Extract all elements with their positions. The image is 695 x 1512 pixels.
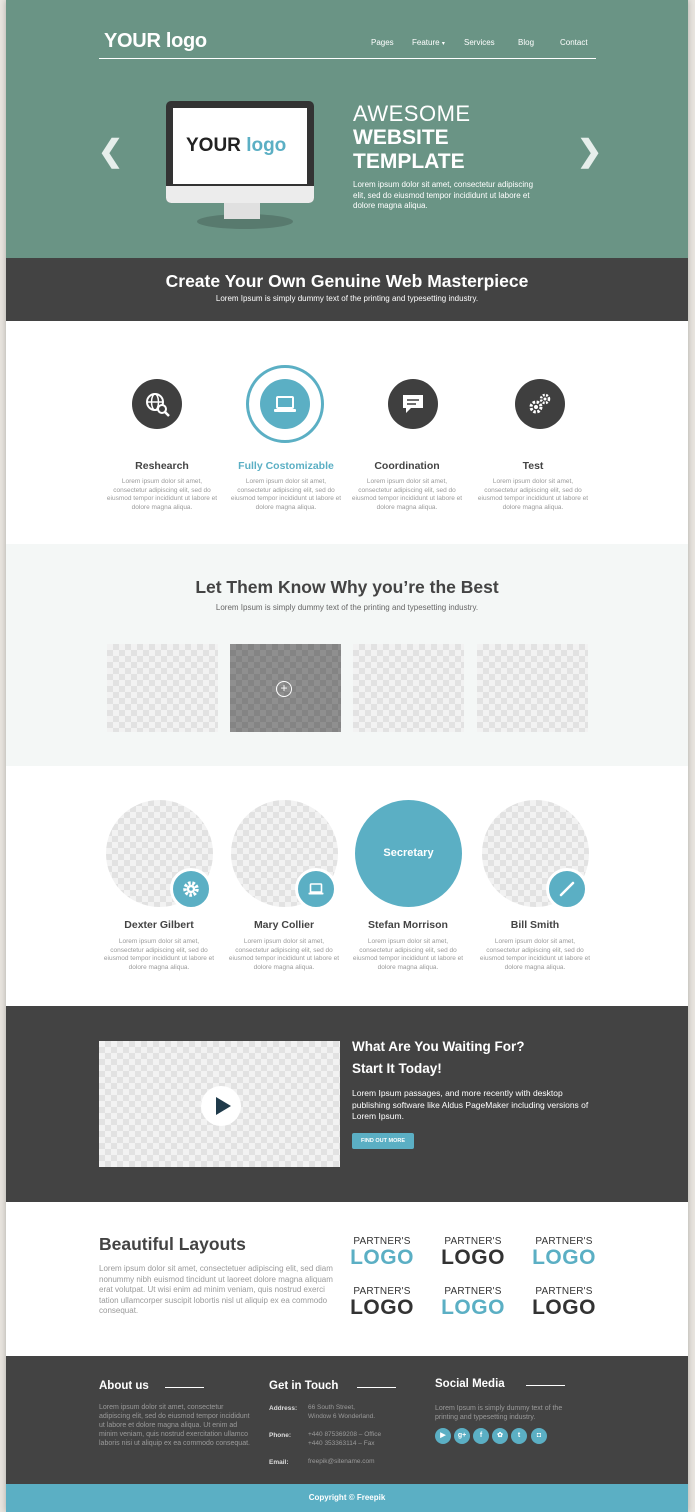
phone-line-1: +440 875369208 – Office — [308, 1431, 382, 1438]
partner-logo-text: LOGO — [532, 1246, 596, 1269]
gallery-image[interactable] — [477, 644, 588, 732]
monitor-chin — [166, 186, 314, 203]
feature-title: Reshearch — [135, 460, 189, 472]
phone-line-2: +440 353363114 – Fax — [308, 1439, 375, 1447]
chat-icon — [388, 379, 438, 429]
find-out-more-button[interactable]: FIND OUT MORE — [352, 1133, 414, 1149]
copyright-bar: Copyright © Freepik — [6, 1484, 688, 1512]
youtube-icon[interactable]: ▶ — [435, 1428, 451, 1444]
team-role: Secretary — [383, 847, 434, 859]
hero-title-line-2: WEBSITE — [353, 126, 449, 149]
instagram-icon[interactable]: ◘ — [531, 1428, 547, 1444]
social-title: Social Media — [435, 1378, 505, 1390]
heading-rule — [526, 1385, 565, 1386]
chevron-down-icon: ▾ — [441, 41, 445, 47]
partner-logo-text: LOGO — [350, 1296, 414, 1319]
nav-feature[interactable]: Feature ▾ — [412, 38, 445, 47]
laptop-icon — [295, 868, 337, 910]
email-label: Email: — [269, 1459, 289, 1466]
about-title: About us — [99, 1380, 149, 1392]
google-plus-icon[interactable]: g+ — [454, 1428, 470, 1444]
partner-logo-text: LOGO — [441, 1296, 505, 1319]
address-line-1: 66 South Street, — [308, 1404, 355, 1411]
globe-search-icon — [132, 379, 182, 429]
partner-logo[interactable]: PARTNER'S LOGO — [438, 1286, 508, 1318]
cta-description: Lorem Ipsum passages, and more recently … — [352, 1088, 589, 1121]
nav-divider — [99, 58, 596, 59]
phone-label: Phone: — [269, 1432, 292, 1439]
gallery-image[interactable] — [353, 644, 464, 732]
page: YOUR logo Pages Feature ▾ Services Blog … — [6, 0, 688, 1512]
gallery-image[interactable] — [107, 644, 218, 732]
nav-services[interactable]: Services — [464, 38, 495, 47]
site-logo[interactable]: YOUR logo — [104, 30, 207, 53]
hero-title-line-1: AWESOME — [353, 101, 471, 126]
hero-title-bold: WEBSITE TEMPLATE — [353, 126, 465, 174]
partner-logo-text: LOGO — [532, 1296, 596, 1319]
heading-rule — [357, 1387, 396, 1388]
team-text: Lorem ipsum dolor sit amet, consectetur … — [103, 938, 215, 971]
layouts-title: Beautiful Layouts — [99, 1234, 246, 1254]
feature-title: Fully Costomizable — [238, 460, 334, 472]
dribbble-icon[interactable]: ✿ — [492, 1428, 508, 1444]
partner-logo-text: LOGO — [350, 1246, 414, 1269]
partner-logo[interactable]: PARTNER'S LOGO — [438, 1236, 508, 1268]
gear-icon — [170, 868, 212, 910]
social-text: Lorem Ipsum is simply dummy text of the … — [435, 1405, 563, 1421]
email-link[interactable]: freepik@sitename.com — [308, 1458, 375, 1467]
hero-description: Lorem ipsum dolor sit amet, consectetur … — [353, 180, 534, 210]
feature-title: Test — [522, 460, 544, 472]
play-icon[interactable] — [201, 1086, 241, 1126]
team-text: Lorem ipsum dolor sit amet, consectetur … — [479, 938, 591, 971]
team-text: Lorem ipsum dolor sit amet, consectetur … — [228, 938, 340, 971]
hero-title-line-3: TEMPLATE — [353, 150, 465, 173]
screen-logo: YOUR logo — [186, 135, 286, 157]
team-name: Stefan Morrison — [368, 919, 448, 931]
team-name: Bill Smith — [510, 919, 560, 931]
about-text: Lorem ipsum dolor sit amet, consectetur … — [99, 1404, 250, 1447]
slider-next-arrow-icon[interactable]: ❯ — [577, 134, 602, 169]
address-label: Address: — [269, 1405, 298, 1412]
partner-logo[interactable]: PARTNER'S LOGO — [347, 1286, 417, 1318]
team-text: Lorem ipsum dolor sit amet, consectetur … — [352, 938, 464, 971]
feature-text: Lorem ipsum dolor sit amet, consectetur … — [106, 478, 218, 511]
monitor-stand — [224, 203, 260, 219]
partner-logo[interactable]: PARTNER'S LOGO — [529, 1236, 599, 1268]
team-name: Mary Collier — [253, 919, 315, 931]
intro-subtitle: Lorem Ipsum is simply dummy text of the … — [215, 294, 479, 303]
nav-contact[interactable]: Contact — [560, 38, 588, 47]
slider-prev-arrow-icon[interactable]: ❮ — [98, 134, 123, 169]
nav-feature-label: Feature — [412, 38, 440, 47]
feature-text: Lorem ipsum dolor sit amet, consectetur … — [351, 478, 463, 511]
why-subtitle: Lorem Ipsum is simply dummy text of the … — [215, 603, 479, 612]
plus-icon[interactable]: + — [276, 681, 292, 697]
intro-title: Create Your Own Genuine Web Masterpiece — [165, 271, 529, 291]
partner-logo-text: LOGO — [441, 1246, 505, 1269]
cta-title-line-2: Start It Today! — [352, 1061, 442, 1076]
address-line-2: Window 6 Wonderland. — [308, 1412, 376, 1420]
screen-logo-word-a: YOUR — [186, 135, 241, 156]
why-title: Let Them Know Why you’re the Best — [195, 577, 499, 597]
feature-title: Coordination — [374, 460, 440, 472]
gears-icon — [515, 379, 565, 429]
nav-blog[interactable]: Blog — [518, 38, 534, 47]
partner-logo[interactable]: PARTNER'S LOGO — [529, 1286, 599, 1318]
layouts-text: Lorem ipsum dolor sit amet, consectetuer… — [99, 1264, 333, 1315]
address-value: 66 South Street, Window 6 Wonderland. — [308, 1404, 375, 1421]
nav-pages[interactable]: Pages — [371, 38, 394, 47]
partner-logo[interactable]: PARTNER'S LOGO — [347, 1236, 417, 1268]
laptop-icon — [260, 379, 310, 429]
screen-logo-word-b: logo — [246, 135, 287, 156]
contact-title: Get in Touch — [269, 1380, 339, 1392]
team-name: Dexter Gilbert — [124, 919, 194, 931]
heading-rule — [165, 1387, 204, 1388]
cta-title-line-1: What Are You Waiting For? — [352, 1039, 525, 1054]
feature-text: Lorem ipsum dolor sit amet, consectetur … — [477, 478, 589, 511]
feature-text: Lorem ipsum dolor sit amet, consectetur … — [230, 478, 342, 511]
pencil-icon — [546, 868, 588, 910]
twitter-icon[interactable]: t — [511, 1428, 527, 1444]
facebook-icon[interactable]: f — [473, 1428, 489, 1444]
phone-value: +440 875369208 – Office +440 353363114 – … — [308, 1431, 381, 1448]
